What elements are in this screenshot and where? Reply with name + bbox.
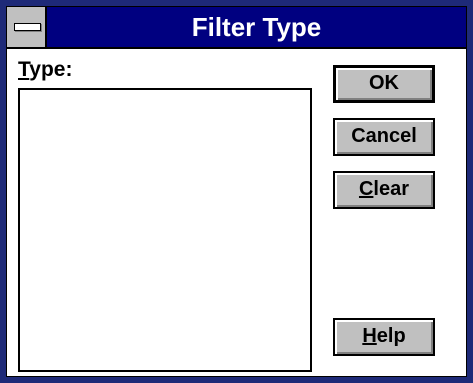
clear-button[interactable]: Clear [333,171,435,209]
ok-button[interactable]: OK [333,65,435,103]
cancel-button[interactable]: Cancel [333,118,435,156]
type-listbox[interactable] [18,88,312,372]
dialog-body: Type: OK Cancel Clear Help [7,49,466,376]
dialog-title: Filter Type [191,12,322,42]
title-bar[interactable]: Filter Type [7,7,466,49]
type-label-mnemonic: T [18,58,30,81]
help-button-rest: elp [376,325,406,347]
dialog-frame: Filter Type Type: OK Cancel Clear Help [6,6,467,377]
system-menu-bar-icon [14,23,41,31]
filter-type-dialog: Filter Type Type: OK Cancel Clear Help [0,0,473,383]
help-button[interactable]: Help [333,318,435,356]
type-label-rest: ype: [29,58,73,81]
clear-button-mnemonic: C [358,178,374,200]
type-label: Type: [18,58,72,82]
system-menu-icon[interactable] [7,7,47,47]
clear-button-rest: lear [373,178,410,200]
help-button-mnemonic: H [362,325,377,347]
